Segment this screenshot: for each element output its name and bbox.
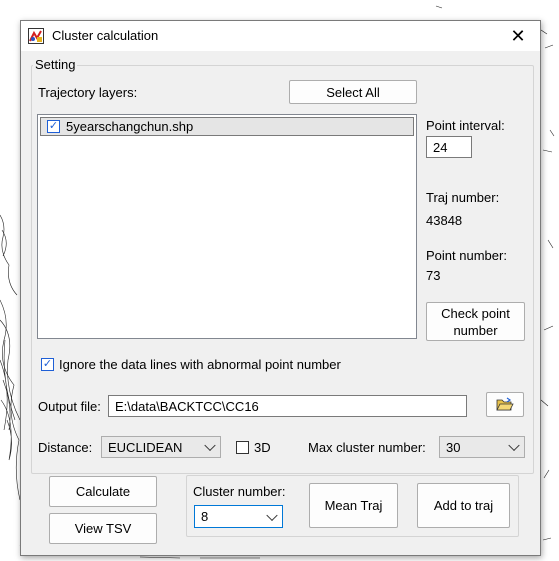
trajectory-layers-label: Trajectory layers:: [38, 85, 138, 100]
browse-folder-button[interactable]: [486, 392, 524, 417]
view-tsv-button[interactable]: View TSV: [49, 513, 157, 544]
mean-traj-button[interactable]: Mean Traj: [309, 483, 398, 528]
checkmark-icon: ✓: [42, 358, 53, 370]
calculate-button[interactable]: Calculate: [49, 476, 157, 507]
layer-checkbox[interactable]: ✓: [47, 120, 60, 133]
app-logo-icon: [28, 28, 44, 44]
traj-number-value: 43848: [426, 213, 463, 228]
max-cluster-label: Max cluster number:: [308, 440, 426, 455]
max-cluster-select[interactable]: 30: [439, 436, 525, 458]
point-interval-label: Point interval:: [426, 118, 505, 133]
cluster-number-label: Cluster number:: [193, 484, 286, 499]
chevron-down-icon: [204, 439, 216, 452]
close-icon: ✕: [510, 25, 526, 46]
point-interval-input[interactable]: 24: [426, 136, 472, 158]
point-number-label: Point number:: [426, 248, 507, 263]
distance-value: EUCLIDEAN: [108, 439, 183, 455]
output-file-input[interactable]: E:\data\BACKTCC\CC16: [108, 395, 467, 417]
trajectory-layer-list[interactable]: ✓ 5yearschangchun.shp: [37, 114, 417, 339]
open-folder-icon: [496, 397, 514, 411]
chevron-down-icon: [266, 509, 278, 521]
title-bar: Cluster calculation ✕: [21, 21, 540, 51]
setting-group-label: Setting: [33, 57, 78, 72]
checkmark-icon: ✓: [48, 120, 59, 132]
max-cluster-value: 30: [446, 439, 461, 455]
traj-number-label: Traj number:: [426, 190, 500, 205]
ignore-abnormal-checkbox[interactable]: ✓: [41, 358, 54, 371]
cluster-calculation-dialog: Cluster calculation ✕ Setting Trajectory…: [20, 20, 541, 556]
close-button[interactable]: ✕: [496, 21, 540, 51]
cluster-number-select[interactable]: 8: [194, 505, 283, 528]
select-all-button[interactable]: Select All: [289, 80, 417, 104]
window-title: Cluster calculation: [52, 28, 159, 43]
cluster-number-value: 8: [201, 509, 209, 524]
add-to-traj-button[interactable]: Add to traj: [417, 483, 510, 528]
threed-checkbox[interactable]: [236, 441, 249, 454]
list-item[interactable]: ✓ 5yearschangchun.shp: [40, 117, 414, 136]
output-file-label: Output file:: [38, 399, 101, 414]
distance-select[interactable]: EUCLIDEAN: [101, 436, 221, 458]
chevron-down-icon: [508, 439, 520, 452]
point-number-value: 73: [426, 268, 441, 283]
ignore-abnormal-label: Ignore the data lines with abnormal poin…: [59, 357, 341, 372]
layer-name: 5yearschangchun.shp: [66, 119, 194, 134]
distance-label: Distance:: [38, 440, 93, 455]
check-point-number-button[interactable]: Check point number: [426, 302, 525, 341]
threed-label: 3D: [254, 440, 271, 455]
